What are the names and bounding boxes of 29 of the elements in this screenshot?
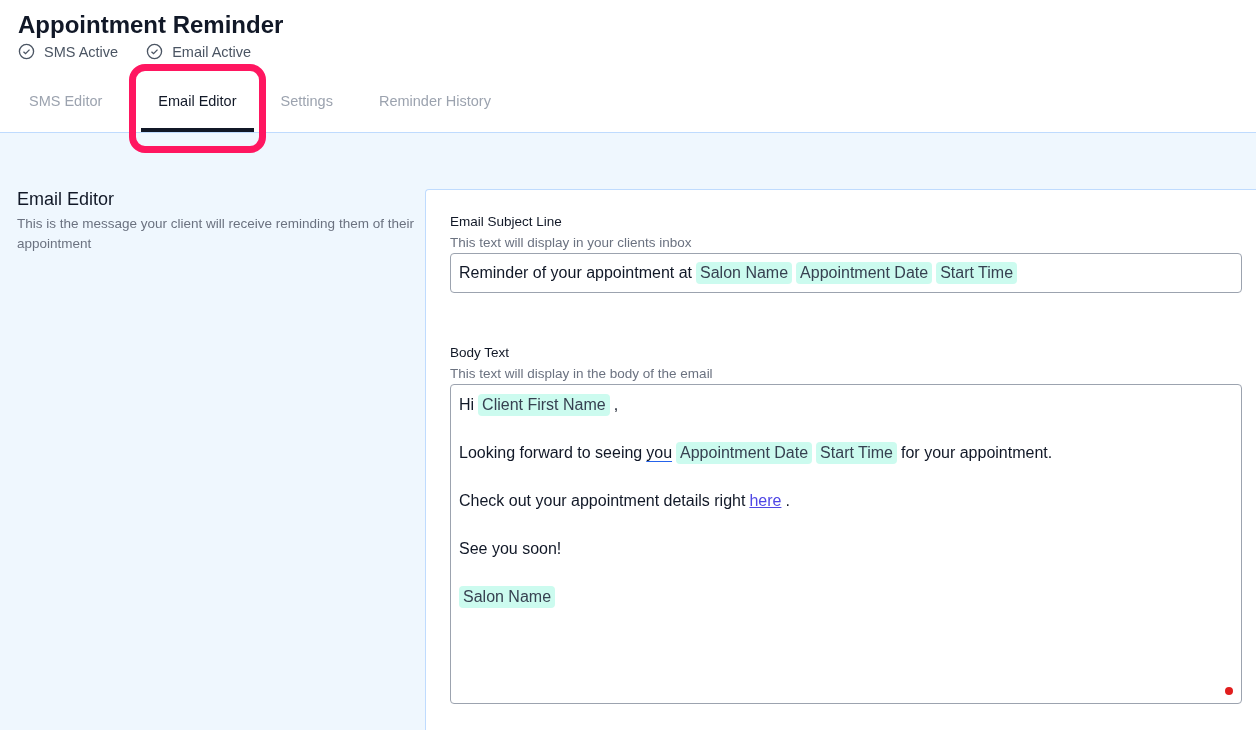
variable-tag[interactable]: Start Time	[936, 262, 1018, 284]
body-text: Hi	[459, 396, 475, 414]
variable-tag[interactable]: Salon Name	[696, 262, 793, 284]
field-label: Email Subject Line	[450, 214, 563, 229]
body-text: See you soon!	[459, 540, 562, 558]
body-text: .	[785, 492, 790, 510]
section-description: This is the message your client will receive reminding them of their appointment	[17, 215, 415, 253]
variable-tag[interactable]: Start Time	[816, 442, 897, 464]
body-text: Reminder of your appointment at	[459, 264, 692, 282]
body-field[interactable]: Hi Client First Name , Looking forward to seeing you Appointment Date Start Time for your appointment. Check out your appointment details right here . See you soon! Salon Name	[450, 384, 1242, 704]
status-label: SMS Active	[44, 43, 119, 60]
variable-tag[interactable]: Client First Name	[478, 394, 610, 416]
page-title: Appointment Reminder	[18, 10, 285, 40]
dot-icon	[1225, 687, 1233, 695]
body-text: Looking forward to seeing	[459, 444, 643, 462]
variable-tag[interactable]: Appointment Date	[796, 262, 933, 284]
field-hint: This text will display in your clients inbox	[450, 235, 693, 250]
variable-tag[interactable]: Salon Name	[459, 586, 556, 608]
body-text: Check out your appointment details right	[459, 492, 746, 510]
body-text: ,	[613, 396, 619, 414]
link[interactable]: here	[749, 492, 782, 510]
field-hint: This text will display in the body of the email	[450, 366, 714, 381]
status-label: Email Active	[172, 43, 252, 60]
body-text: for your appointment.	[901, 444, 1053, 462]
subject-field[interactable]: Reminder of your appointment at Salon Name Appointment Date Start Time	[450, 253, 1242, 293]
variable-tag[interactable]: Appointment Date	[676, 442, 813, 464]
section-title: Email Editor	[17, 189, 116, 210]
field-label: Body Text	[450, 345, 511, 360]
underlined-word: you	[646, 444, 673, 462]
